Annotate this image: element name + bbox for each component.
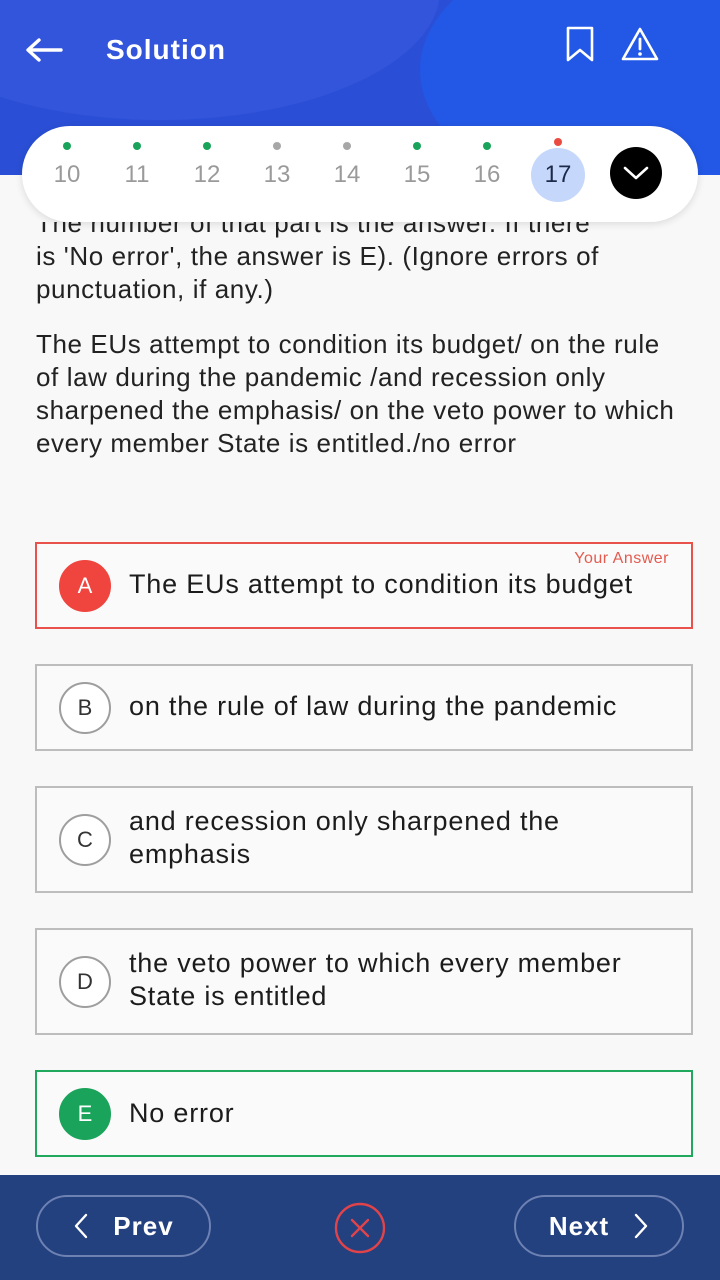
question-number-13[interactable]: 13 (250, 142, 304, 202)
chevron-right-icon (634, 1213, 648, 1239)
next-button[interactable]: Next (514, 1195, 684, 1257)
option-letter: D (59, 956, 111, 1008)
question-number-15[interactable]: 15 (390, 142, 444, 202)
option-d[interactable]: D the veto power to which every member S… (35, 928, 693, 1035)
close-icon (334, 1202, 386, 1254)
question-number-16[interactable]: 16 (460, 142, 514, 202)
status-dot (133, 142, 141, 150)
next-label: Next (548, 1210, 610, 1241)
status-dot (343, 142, 351, 150)
bookmark-icon[interactable] (560, 24, 600, 64)
option-a[interactable]: Your Answer A The EUs attempt to conditi… (35, 542, 693, 629)
option-letter: C (59, 814, 111, 866)
option-text: the veto power to which every member Sta… (129, 948, 622, 1011)
prev-button[interactable]: Prev (36, 1195, 211, 1257)
status-dot (554, 138, 562, 146)
your-answer-label: Your Answer (574, 550, 669, 567)
status-dot (273, 142, 281, 150)
prev-label: Prev (113, 1210, 174, 1241)
status-dot (413, 142, 421, 150)
status-dot (483, 142, 491, 150)
report-warning-icon[interactable] (620, 24, 660, 64)
question-text: The EUs attempt to condition its budget/… (36, 329, 675, 458)
option-c[interactable]: C and recession only sharpened the empha… (35, 786, 693, 893)
question-number-17[interactable]: 17 (531, 138, 585, 202)
chevron-left-icon (75, 1213, 88, 1239)
option-text: and recession only sharpened the emphasi… (129, 806, 560, 869)
page-title: Solution (106, 34, 226, 65)
chevron-down-icon (623, 166, 649, 180)
question-navigator: 10 11 12 13 14 15 16 17 (22, 126, 698, 222)
option-text: The EUs attempt to condition its budget (129, 569, 633, 599)
question-number-11[interactable]: 11 (110, 142, 164, 202)
close-solution-button[interactable] (334, 1202, 386, 1254)
status-dot (63, 142, 71, 150)
option-e[interactable]: E No error (35, 1070, 693, 1157)
status-dot (203, 142, 211, 150)
option-b[interactable]: B on the rule of law during the pandemic (35, 664, 693, 751)
passage-instruction: is 'No error', the answer is E). (Ignore… (36, 241, 599, 304)
question-number-14[interactable]: 14 (320, 142, 374, 202)
expand-navigator-button[interactable] (610, 147, 662, 199)
footer-bar: Prev Next (0, 1175, 720, 1280)
option-letter: B (59, 682, 111, 734)
option-text: No error (129, 1098, 235, 1128)
question-number-12[interactable]: 12 (180, 142, 234, 202)
option-text: on the rule of law during the pandemic (129, 691, 618, 721)
option-letter: E (59, 1088, 111, 1140)
option-letter: A (59, 560, 111, 612)
back-arrow-icon[interactable] (22, 30, 66, 70)
question-number-10[interactable]: 10 (40, 142, 94, 202)
passage-cut-line: The number of that part is the answer. I… (36, 222, 591, 238)
